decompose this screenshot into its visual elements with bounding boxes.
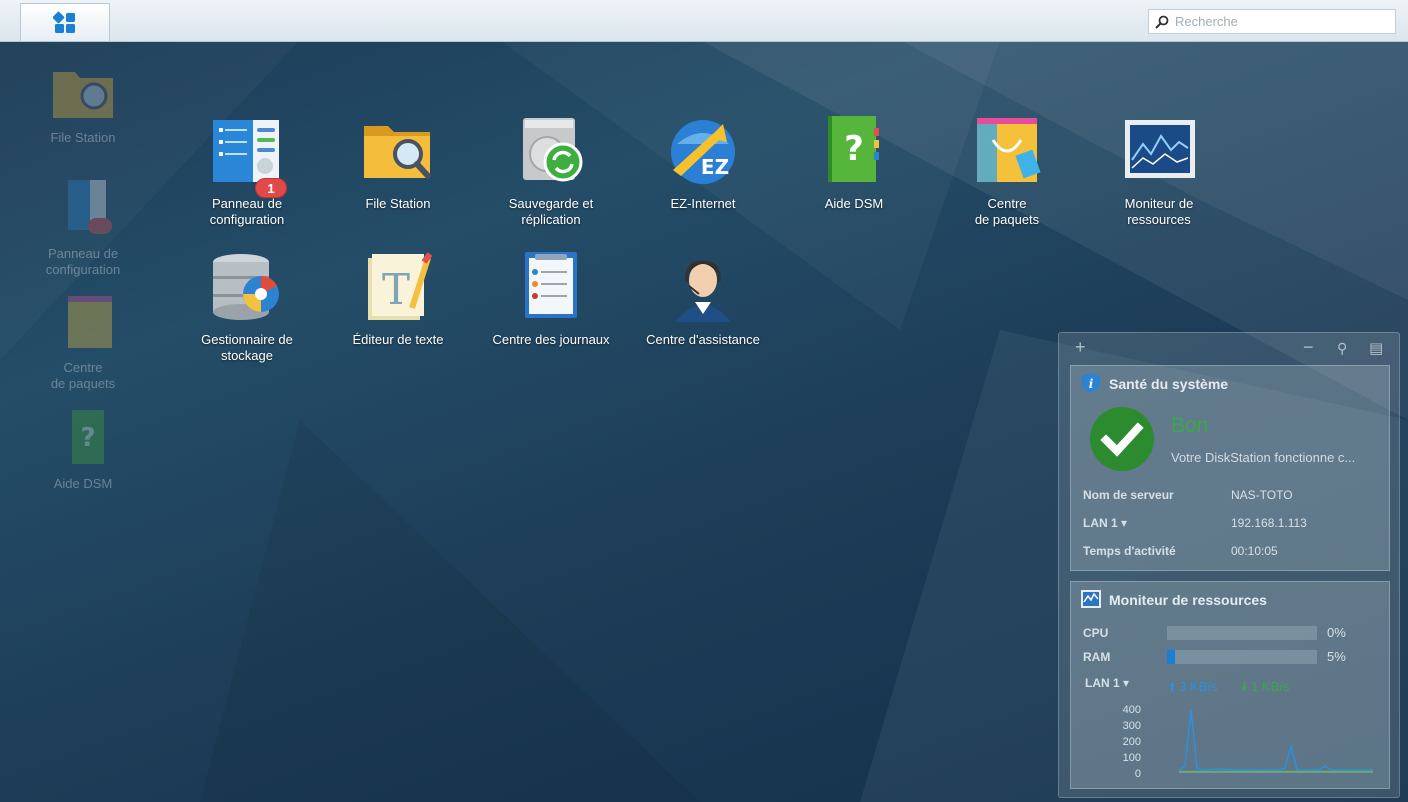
desktop-shortcut-dsm-help[interactable]: ? Aide DSM [33, 408, 133, 492]
control-panel-icon [50, 178, 116, 244]
notification-badge: 1 [255, 178, 287, 198]
uptime-value: 00:10:05 [1231, 544, 1278, 558]
server-name-value: NAS-TOTO [1231, 488, 1293, 502]
download-rate: 🠛 1 KB/s [1241, 678, 1289, 700]
ram-bar [1167, 650, 1317, 664]
svg-text:i: i [1089, 377, 1094, 391]
dsm-help-icon: ? [50, 408, 116, 474]
app-label: Panneau de configuration [209, 196, 285, 227]
desktop-shortcut-control-panel[interactable]: Panneau de configuration [33, 178, 133, 278]
widget-title: Moniteur de ressources [1109, 592, 1267, 608]
app-storage-manager[interactable]: Gestionnaire de stockage [172, 250, 322, 364]
info-shield-icon: i [1082, 373, 1100, 393]
ip-address-value: 192.168.1.113 [1231, 516, 1307, 530]
uptime-label: Temps d'activité [1083, 544, 1176, 558]
health-status: Bon [1171, 414, 1209, 437]
svg-text:EZ: EZ [701, 155, 729, 179]
upload-value: 3 KB/s [1179, 679, 1218, 694]
app-control-panel[interactable]: 1 Panneau de configuration [172, 114, 322, 228]
desktop-shortcut-package-center[interactable]: Centre de paquets [33, 292, 133, 392]
network-chart [1179, 709, 1373, 773]
app-file-station[interactable]: File Station [323, 114, 473, 212]
svg-text:?: ? [844, 129, 864, 169]
app-label: Éditeur de texte [352, 332, 444, 347]
lan-selector[interactable]: LAN 1 ▾ [1083, 516, 1127, 530]
app-backup-replication[interactable]: Sauvegarde et réplication [476, 114, 626, 228]
resource-monitor-icon [1081, 590, 1101, 608]
taskbar [0, 0, 1408, 42]
dsm-help-icon: ? [816, 114, 892, 190]
search-icon [1155, 15, 1169, 29]
app-label: Centre d'assistance [646, 332, 760, 347]
download-arrow-icon: 🠛 [1241, 679, 1248, 694]
app-label: EZ-Internet [670, 196, 736, 211]
app-label: Centre des journaux [492, 332, 610, 347]
minimize-icon[interactable]: − [1303, 337, 1314, 358]
text-editor-icon: T [360, 250, 436, 326]
file-station-icon [360, 114, 436, 190]
app-label: Gestionnaire de stockage [201, 332, 293, 363]
cpu-label: CPU [1083, 626, 1109, 640]
server-name-label: Nom de serveur [1083, 488, 1174, 502]
app-label: Moniteur de ressources [1124, 196, 1194, 227]
app-resource-monitor[interactable]: Moniteur de ressources [1084, 114, 1234, 228]
svg-text:?: ? [80, 423, 95, 453]
app-dsm-help[interactable]: ? Aide DSM [779, 114, 929, 212]
app-text-editor[interactable]: T Éditeur de texte [323, 250, 473, 348]
checkmark-icon [1090, 407, 1154, 471]
log-center-icon [513, 250, 589, 326]
control-panel-icon: 1 [209, 114, 287, 198]
y-tick: 100 [1122, 752, 1141, 764]
search-input[interactable] [1175, 14, 1385, 29]
widget-toolbar: + − ⚲ ▤ [1059, 333, 1399, 361]
app-support-center[interactable]: Centre d'assistance [628, 250, 778, 348]
widget-panel: + − ⚲ ▤ i Santé du système Bon Votre Dis… [1058, 332, 1400, 798]
app-label: File Station [365, 196, 431, 211]
lan-selector[interactable]: LAN 1 ▾ [1085, 676, 1129, 690]
widget-layout-icon[interactable]: ▤ [1369, 339, 1383, 357]
package-center-icon [969, 114, 1045, 190]
system-health-widget: i Santé du système Bon Votre DiskStation… [1070, 365, 1390, 571]
desktop-shortcut-label: Centre de paquets [50, 360, 116, 391]
resource-monitor-icon [1121, 114, 1197, 190]
file-station-icon [50, 62, 116, 128]
app-log-center[interactable]: Centre des journaux [476, 250, 626, 348]
ram-percent: 5% [1327, 649, 1346, 664]
desktop-shortcut-label: Aide DSM [53, 476, 113, 491]
cpu-percent: 0% [1327, 625, 1346, 640]
ram-bar-fill [1167, 650, 1175, 664]
app-package-center[interactable]: Centre de paquets [932, 114, 1082, 228]
upload-rate: 🠙 3 KB/s [1169, 678, 1217, 700]
resource-monitor-widget: Moniteur de ressources CPU 0% RAM 5% LAN… [1070, 581, 1390, 789]
backup-replication-icon [513, 114, 589, 190]
y-tick: 400 [1122, 704, 1141, 716]
app-label: Aide DSM [824, 196, 884, 211]
app-ez-internet[interactable]: EZ EZ-Internet [628, 114, 778, 212]
app-label: Centre de paquets [974, 196, 1040, 227]
y-tick: 0 [1134, 768, 1141, 780]
pin-icon[interactable]: ⚲ [1337, 340, 1347, 357]
desktop-shortcut-label: File Station [50, 130, 116, 145]
health-description: Votre DiskStation fonctionne c... [1171, 450, 1356, 465]
add-widget-icon[interactable]: + [1075, 337, 1086, 358]
y-tick: 200 [1122, 736, 1141, 748]
storage-manager-icon [209, 250, 285, 326]
widget-title: Santé du système [1109, 376, 1229, 392]
main-menu-icon [53, 11, 75, 33]
ram-label: RAM [1083, 650, 1111, 664]
desktop-shortcut-file-station[interactable]: File Station [33, 62, 133, 146]
upload-arrow-icon: 🠙 [1169, 679, 1176, 694]
y-tick: 300 [1122, 720, 1141, 732]
ez-internet-icon: EZ [665, 114, 741, 190]
main-menu-button[interactable] [20, 3, 110, 41]
package-center-icon [50, 292, 116, 358]
download-value: 1 KB/s [1251, 679, 1290, 694]
app-label: Sauvegarde et réplication [508, 196, 594, 227]
svg-text:T: T [382, 265, 410, 314]
support-center-icon [665, 250, 741, 326]
desktop-shortcut-label: Panneau de configuration [45, 246, 121, 277]
search-box[interactable] [1148, 9, 1396, 34]
cpu-bar [1167, 626, 1317, 640]
